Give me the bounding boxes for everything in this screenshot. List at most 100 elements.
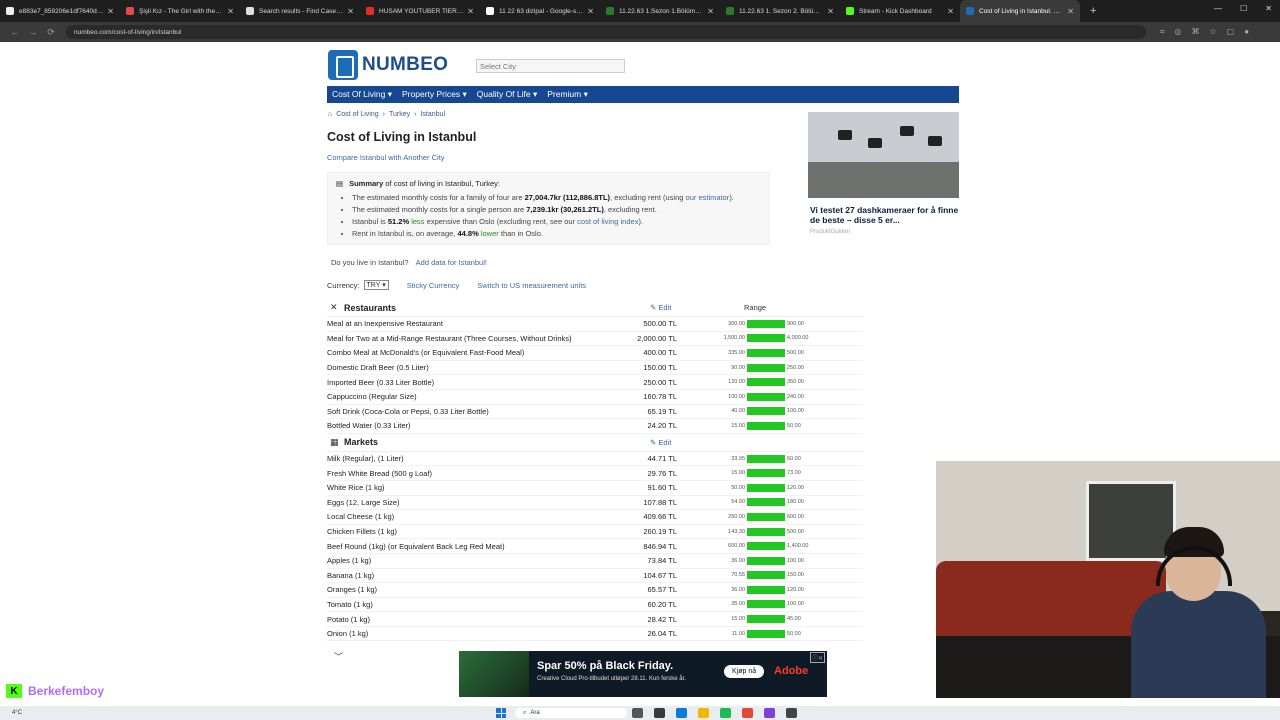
table-row: Eggs (12, Large Size) 107.88 TL 54.00 180.0…: [327, 496, 863, 511]
numbeo-logo[interactable]: NUMBEO: [328, 50, 448, 80]
menu-property-prices[interactable]: Property Prices ▾: [402, 89, 467, 100]
weather-widget[interactable]: 4°C: [12, 710, 22, 716]
minimize-icon[interactable]: —: [1214, 4, 1222, 13]
summary-text: Istanbul is: [352, 217, 388, 226]
person-body: [1131, 591, 1266, 698]
logo-text: NUMBEO: [362, 54, 449, 75]
table-row: Meal at an Inexpensive Restaurant 500.00 …: [327, 317, 863, 332]
sticky-currency-link[interactable]: Sticky Currency: [407, 281, 460, 290]
browser-tab[interactable]: Search results - Find Case Law ✕: [240, 0, 360, 22]
tab-close-icon[interactable]: ✕: [347, 7, 354, 16]
reload-icon[interactable]: ⟳: [42, 27, 60, 38]
breadcrumb-istanbul[interactable]: Istanbul: [420, 111, 445, 118]
range-high: 900.00: [787, 320, 804, 327]
new-tab-button[interactable]: +: [1090, 5, 1096, 17]
adobe-banner-ad[interactable]: Spar 50% på Black Friday. Creative Cloud…: [459, 651, 827, 697]
eye-off-icon[interactable]: ◎: [1175, 27, 1182, 37]
maximize-icon[interactable]: ☐: [1240, 4, 1247, 13]
range-bar: [747, 378, 785, 387]
back-icon[interactable]: ←: [6, 27, 24, 37]
range-low: 143.30: [728, 528, 745, 535]
table-row: Tomato (1 kg) 60.20 TL 35.00 100.00: [327, 598, 863, 613]
settings-icon[interactable]: [786, 708, 797, 718]
summary-title: ▤ Summary of cost of living in Istanbul,…: [336, 179, 761, 188]
cast-icon[interactable]: ⌘: [1192, 27, 1200, 37]
windows-start-icon[interactable]: [496, 708, 506, 718]
range-bar: [747, 542, 785, 551]
compare-city-link[interactable]: Compare Istanbul with Another City: [327, 153, 445, 162]
chevron-down-icon[interactable]: ﹀: [334, 650, 343, 663]
tab-close-icon[interactable]: ✕: [467, 7, 474, 16]
menu-premium[interactable]: Premium ▾: [547, 89, 588, 100]
range-low: 54.00: [731, 499, 745, 506]
browser-tab[interactable]: 11 22 63 dizipal - Google-søk ✕: [480, 0, 600, 22]
edit-restaurants-link[interactable]: ✎ Edit: [650, 303, 671, 312]
us-units-link[interactable]: Switch to US measurement units: [477, 281, 586, 290]
dashcam-ad-image[interactable]: [808, 112, 959, 198]
cost-of-living-index-link[interactable]: cost of living index: [577, 217, 638, 226]
table-row: Onion (1 kg) 26.04 TL 11.00 50.00: [327, 627, 863, 642]
item-name: Meal for Two at a Mid-Range Restaurant (…: [327, 333, 572, 343]
dashcam-icon: [868, 138, 882, 148]
currency-select[interactable]: TRY ▾: [363, 280, 389, 290]
item-name: Eggs (12, Large Size): [327, 497, 400, 507]
tab-favicon-icon: [846, 7, 854, 15]
menu-cost-of-living[interactable]: Cost Of Living ▾: [332, 89, 392, 100]
browser-tab[interactable]: Cost of Living in Istanbul. Nov ✕: [960, 0, 1080, 22]
ad-close-icon[interactable]: ⓘ✕: [809, 652, 825, 663]
tab-close-icon[interactable]: ✕: [707, 7, 714, 16]
tab-close-icon[interactable]: ✕: [107, 7, 114, 16]
menu-quality-of-life[interactable]: Quality Of Life ▾: [477, 89, 537, 100]
window-controls: — ☐ ✕: [1214, 4, 1272, 13]
select-city-input[interactable]: [476, 59, 625, 73]
taskbar-search[interactable]: ⌕ Ara: [515, 708, 627, 718]
range-low: 35.00: [731, 601, 745, 608]
edge-icon[interactable]: [676, 708, 687, 718]
range-bar: [747, 469, 785, 478]
breadcrumb: ⌂ Cost of Living › Turkey › Istanbul: [328, 111, 445, 118]
browser-tab[interactable]: HUSAM YOUTUBER TİER LİST ✕: [360, 0, 480, 22]
chrome-icon[interactable]: [742, 708, 753, 718]
profile-icon[interactable]: ●: [1244, 27, 1249, 37]
ad-right-title[interactable]: Vi testet 27 dashkameraer for å finne de…: [810, 205, 962, 225]
ad-subtext: Creative Cloud Pro-tilbudet utløper 28.1…: [537, 676, 686, 682]
item-name: Fresh White Bread (500 g Loaf): [327, 468, 433, 478]
task-view-icon[interactable]: [632, 708, 643, 718]
widgets-icon[interactable]: [654, 708, 665, 718]
search-icon: ⌕: [523, 709, 527, 716]
ad-cta-button[interactable]: Kjøp nå: [724, 665, 765, 678]
breadcrumb-turkey[interactable]: Turkey: [389, 111, 410, 118]
section-title: Restaurants: [344, 302, 397, 313]
add-data-link[interactable]: Add data for Istanbul!: [416, 258, 487, 267]
bookmark-star-icon[interactable]: ☆: [1210, 27, 1217, 37]
forward-icon[interactable]: →: [24, 27, 42, 37]
range-high: 120.00: [787, 586, 804, 593]
webcam-overlay: [936, 461, 1280, 698]
item-price: 150.00 TL: [643, 363, 677, 373]
stream-overlay-name: K Berkefemboy: [6, 684, 104, 698]
browser-tab[interactable]: e883e7_859206e1df7640d884f ✕: [0, 0, 120, 22]
twitch-icon[interactable]: [764, 708, 775, 718]
sidepanel-icon[interactable]: ▢: [1227, 27, 1235, 37]
translate-icon[interactable]: ⌗: [1160, 27, 1165, 37]
browser-tab[interactable]: 11.22.63 1.Sezon 1.Bölüm - Di ✕: [600, 0, 720, 22]
tab-close-icon[interactable]: ✕: [227, 7, 234, 16]
close-window-icon[interactable]: ✕: [1265, 4, 1272, 13]
home-icon[interactable]: ⌂: [328, 111, 332, 118]
browser-tab[interactable]: 11.22.63 1. Sezon 2. Bölüm izle ✕: [720, 0, 840, 22]
tab-close-icon[interactable]: ✕: [587, 7, 594, 16]
estimator-link[interactable]: our estimator: [686, 193, 730, 202]
file-explorer-icon[interactable]: [698, 708, 709, 718]
browser-tab[interactable]: Stream - Kick Dashboard ✕: [840, 0, 960, 22]
tab-close-icon[interactable]: ✕: [947, 7, 954, 16]
range-low: 70.55: [731, 572, 745, 579]
browser-tab[interactable]: Şişli Kız - The Girl with the Ne ✕: [120, 0, 240, 22]
url-field[interactable]: numbeo.com/cost-of-living/in/Istanbul: [66, 25, 1146, 39]
range-bar: [747, 319, 785, 328]
spotify-icon[interactable]: [720, 708, 731, 718]
breadcrumb-cost-of-living[interactable]: Cost of Living: [336, 111, 378, 118]
tab-close-icon[interactable]: ✕: [1067, 7, 1074, 16]
edit-markets-link[interactable]: ✎ Edit: [650, 438, 671, 447]
tab-close-icon[interactable]: ✕: [827, 7, 834, 16]
main-menu: Cost Of Living ▾ Property Prices ▾ Quali…: [327, 86, 959, 103]
